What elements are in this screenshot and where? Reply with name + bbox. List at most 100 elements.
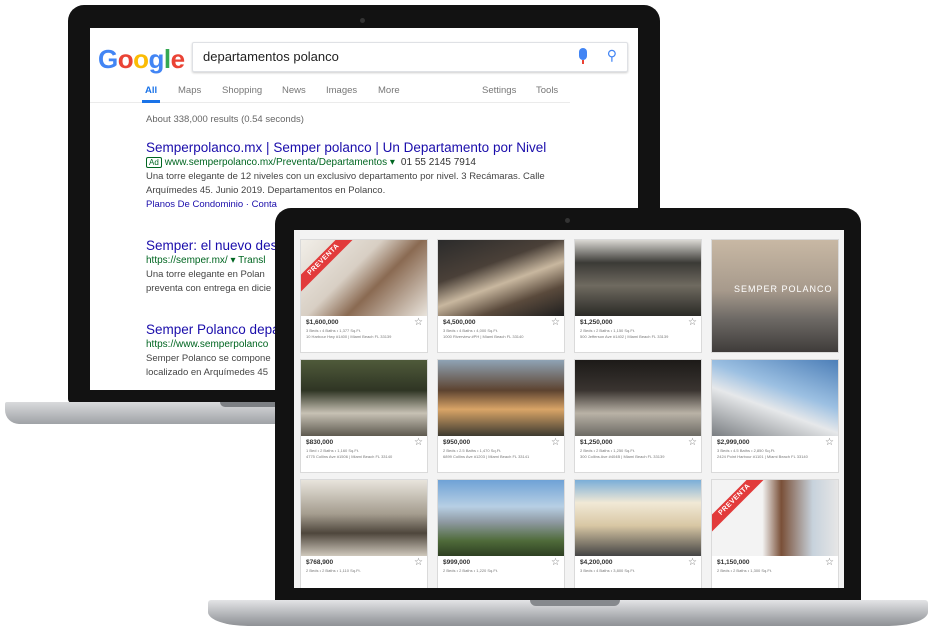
tab-all[interactable]: All [145,85,157,96]
result-title-link[interactable]: Semperpolanco.mx | Semper polanco | Un D… [146,140,626,155]
listing-price: $1,150,000 [717,559,750,566]
favorite-star-icon[interactable]: ☆ [414,438,423,448]
listing-card[interactable]: $768,900 2 Beds • 2 Baths • 1,110 Sq.Ft.… [301,480,427,588]
listing-card[interactable]: $999,000 2 Beds • 2 Baths • 1,220 Sq.Ft.… [438,480,564,588]
logo-letter: e [170,44,185,74]
tab-tools[interactable]: Tools [536,85,558,96]
listing-price: $999,000 [443,559,471,566]
result-url: Ad www.semperpolanco.mx/Preventa/Departam… [146,157,626,168]
result-url-text[interactable]: www.semperpolanco.mx/Preventa/Departamen… [165,157,395,168]
search-input[interactable]: departamentos polanco ⚲ [192,42,628,72]
logo-letter: G [98,44,118,74]
tab-maps[interactable]: Maps [178,85,201,96]
front-laptop-camera [565,218,570,223]
listing-details: 2 Beds • 2 Baths • 1,110 Sq.Ft. [306,568,361,573]
listing-photo[interactable] [301,480,427,556]
favorite-star-icon[interactable]: ☆ [688,438,697,448]
favorite-star-icon[interactable]: ☆ [688,318,697,328]
listing-card[interactable]: $4,500,000 3 Beds • 4 Baths • 4,000 Sq.F… [438,240,564,352]
logo-letter: g [148,44,165,74]
listing-details: 2 Beds • 2 Baths • 1,300 Sq.Ft. [717,568,773,573]
listing-price: $768,900 [306,559,334,566]
promo-photo[interactable] [712,240,838,352]
listing-price: $2,999,000 [717,439,750,446]
favorite-star-icon[interactable]: ☆ [414,318,423,328]
listing-price: $1,600,000 [306,319,339,326]
listing-photo[interactable] [575,480,701,556]
back-laptop-camera [360,18,365,23]
result-snippet: Una torre elegante de 12 niveles con un … [146,171,545,196]
listing-details: 3 Beds • 4 Baths • 3,800 Sq.Ft. [580,568,636,573]
favorite-star-icon[interactable]: ☆ [825,438,834,448]
tab-settings[interactable]: Settings [482,85,516,96]
search-query[interactable]: departamentos polanco [203,49,339,64]
search-tabs: All Maps Shopping News Images More Setti… [90,78,570,103]
listing-price: $830,000 [306,439,334,446]
listing-photo[interactable] [712,360,838,436]
listing-price: $4,200,000 [580,559,613,566]
listing-photo[interactable] [712,480,838,556]
listing-details: 2 Beds • 2 Baths • 1,250 Sq.Ft. [580,448,636,453]
listing-card[interactable]: $2,999,000 3 Beds • 4.5 Baths • 2,850 Sq… [712,360,838,472]
active-tab-indicator [142,100,160,103]
tab-news[interactable]: News [282,85,306,96]
listing-address: 300 Collins Ave #404B | Miami Beach FL 3… [580,454,665,459]
favorite-star-icon[interactable]: ☆ [551,438,560,448]
favorite-star-icon[interactable]: ☆ [551,318,560,328]
front-laptop-notch [530,600,620,606]
listing-card[interactable]: $830,000 1 Bed • 2 Baths • 1,160 Sq.Ft. … [301,360,427,472]
listing-address: 1000 Riverview #PH | Miami Beach FL 3314… [443,334,524,339]
listing-photo[interactable] [301,360,427,436]
listing-card[interactable]: $1,250,000 2 Beds • 2 Baths • 1,150 Sq.F… [575,240,701,352]
favorite-star-icon[interactable]: ☆ [688,558,697,568]
listing-photo[interactable] [438,480,564,556]
listings-grid-screen: PREVENTA $1,600,000 3 Beds • 4 Baths • 1… [294,230,844,588]
listing-details: 3 Beds • 4 Baths • 1,377 Sq.Ft. [306,328,362,333]
favorite-star-icon[interactable]: ☆ [825,558,834,568]
promo-card[interactable]: SEMPER POLANCO [712,240,838,352]
google-logo[interactable]: Google [98,44,185,75]
listing-photo[interactable] [438,360,564,436]
listing-price: $1,250,000 [580,319,613,326]
listing-photo[interactable] [438,240,564,316]
tab-images[interactable]: Images [326,85,357,96]
listing-address: 2424 Point Harbour #1101 | Miami Beach F… [717,454,808,459]
listing-details: 1 Bed • 2 Baths • 1,160 Sq.Ft. [306,448,360,453]
listing-details: 2 Beds • 2 Baths • 1,150 Sq.Ft. [580,328,636,333]
logo-letter: l [163,44,171,74]
tab-shopping[interactable]: Shopping [222,85,262,96]
result-snippet: Semper Polanco se compone localizado en … [146,353,271,378]
microphone-icon[interactable] [579,48,587,64]
ad-badge: Ad [146,157,162,168]
result-stats: About 338,000 results (0.54 seconds) [146,114,304,125]
listing-card[interactable]: $4,200,000 3 Beds • 4 Baths • 3,800 Sq.F… [575,480,701,588]
listing-price: $1,250,000 [580,439,613,446]
listing-photo[interactable] [301,240,427,316]
listing-price: $4,500,000 [443,319,476,326]
search-icon[interactable]: ⚲ [607,47,617,64]
result-snippet: Una torre elegante en Polan preventa con… [146,269,272,294]
listing-price: $950,000 [443,439,471,446]
listing-card[interactable]: PREVENTA $1,150,000 2 Beds • 2 Baths • 1… [712,480,838,588]
listing-card[interactable]: $950,000 2 Beds • 2.5 Baths • 1,470 Sq.F… [438,360,564,472]
listing-photo[interactable] [575,240,701,316]
result-phone[interactable]: 01 55 2145 7914 [401,157,476,168]
tab-more[interactable]: More [378,85,400,96]
logo-letter: o [133,44,149,74]
listing-address: 500 Jefferson Ave #1402 | Miami Beach FL… [580,334,669,339]
listing-details: 3 Beds • 4 Baths • 4,000 Sq.Ft. [443,328,499,333]
listing-address: 4775 Collins Ave #1506 | Miami Beach FL … [306,454,393,459]
listing-address: 6899 Collins Ave #1203 | Miami Beach FL … [443,454,530,459]
listing-address: 10 Harbour Hwy #1400 | Miami Beach FL 33… [306,334,392,339]
favorite-star-icon[interactable]: ☆ [414,558,423,568]
listing-details: 3 Beds • 4.5 Baths • 2,850 Sq.Ft. [717,448,776,453]
listing-card[interactable]: PREVENTA $1,600,000 3 Beds • 4 Baths • 1… [301,240,427,352]
listing-details: 2 Beds • 2.5 Baths • 1,470 Sq.Ft. [443,448,502,453]
listing-card[interactable]: $1,250,000 2 Beds • 2 Baths • 1,250 Sq.F… [575,360,701,472]
promo-overlay-text: SEMPER POLANCO [734,284,833,294]
logo-letter: o [117,44,134,74]
listing-photo[interactable] [575,360,701,436]
search-result-ad: Semperpolanco.mx | Semper polanco | Un D… [146,140,626,210]
favorite-star-icon[interactable]: ☆ [551,558,560,568]
listing-details: 2 Beds • 2 Baths • 1,220 Sq.Ft. [443,568,499,573]
